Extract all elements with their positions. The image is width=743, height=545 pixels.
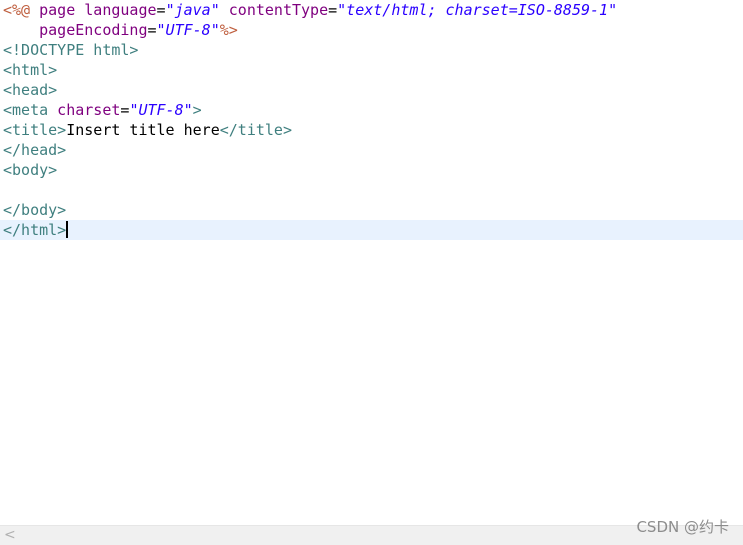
watermark: CSDN @约卡 xyxy=(636,518,729,536)
code-token: </body> xyxy=(3,201,67,219)
code-token: </title> xyxy=(219,121,292,139)
code-line-jsp-directive-cont[interactable]: pageEncoding="UTF-8"%> xyxy=(0,20,743,40)
code-token: "UTF-8" xyxy=(156,21,220,39)
code-line-body-open[interactable]: <body> xyxy=(0,160,743,180)
code-token: > xyxy=(192,101,202,119)
code-line-doctype[interactable]: <!DOCTYPE html> xyxy=(0,40,743,60)
code-line-head-close[interactable]: </head> xyxy=(0,140,743,160)
code-token: "java" xyxy=(165,1,220,19)
code-token: <%@ xyxy=(3,1,31,19)
code-line-html-close[interactable]: </html> xyxy=(0,220,743,240)
code-token: </head> xyxy=(3,141,67,159)
code-token: <title> xyxy=(3,121,67,139)
code-editor[interactable]: <%@ page language="java" contentType="te… xyxy=(0,0,743,545)
code-token: %> xyxy=(219,21,238,39)
code-token: contentType xyxy=(219,1,329,19)
code-token: pageEncoding xyxy=(3,21,148,39)
scroll-left-icon[interactable]: < xyxy=(4,527,16,543)
code-token: <html> xyxy=(3,61,58,79)
code-token: <meta xyxy=(3,101,49,119)
text-caret xyxy=(66,221,68,238)
code-token: = xyxy=(328,1,338,19)
code-token: <!DOCTYPE html> xyxy=(3,41,139,59)
code-line-html-open[interactable]: <html> xyxy=(0,60,743,80)
horizontal-scrollbar[interactable]: < xyxy=(0,525,743,545)
code-token: "UTF-8" xyxy=(129,101,193,119)
code-token: "text/html; charset=ISO-8859-1" xyxy=(337,1,618,19)
code-token: = xyxy=(147,21,157,39)
code-area[interactable]: <%@ page language="java" contentType="te… xyxy=(0,0,743,240)
code-line-body-close[interactable]: </body> xyxy=(0,200,743,220)
code-token: <body> xyxy=(3,161,58,179)
code-token: page xyxy=(30,1,85,19)
code-token: <head> xyxy=(3,81,58,99)
code-token: </html> xyxy=(3,221,67,239)
code-line-title[interactable]: <title>Insert title here</title> xyxy=(0,120,743,140)
code-token: language xyxy=(84,1,157,19)
code-token: = xyxy=(156,1,166,19)
code-line-blank[interactable] xyxy=(0,180,743,200)
code-token: charset xyxy=(48,101,121,119)
code-line-jsp-directive[interactable]: <%@ page language="java" contentType="te… xyxy=(0,0,743,20)
code-line-meta[interactable]: <meta charset="UTF-8"> xyxy=(0,100,743,120)
code-line-head-open[interactable]: <head> xyxy=(0,80,743,100)
code-token: Insert title here xyxy=(66,121,220,139)
